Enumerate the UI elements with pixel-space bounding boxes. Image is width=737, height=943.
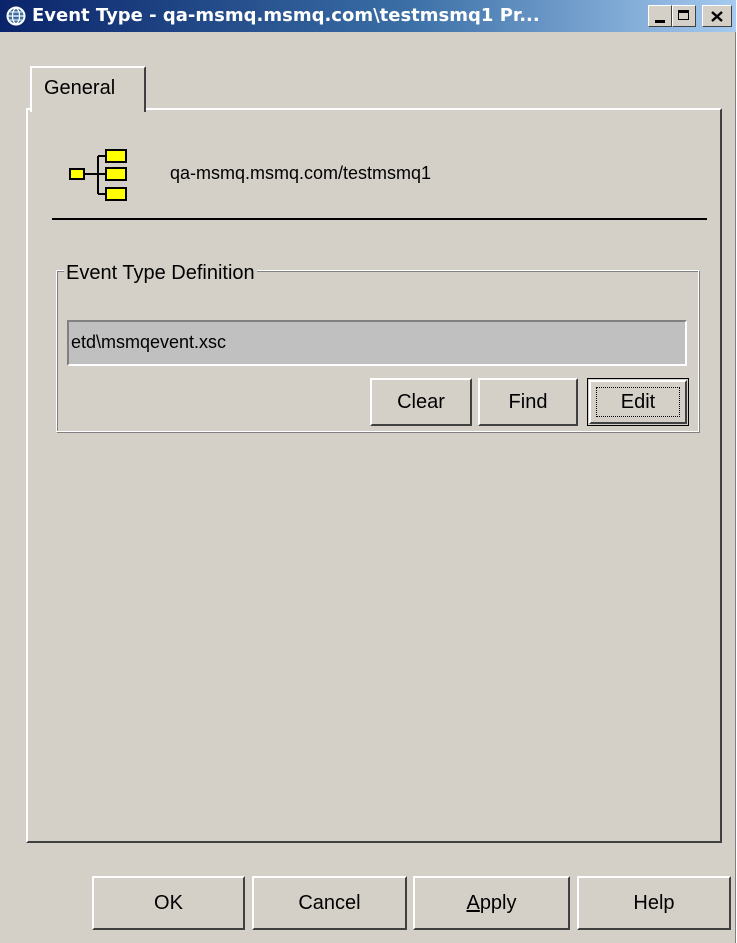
event-type-definition-field[interactable]: etd\msmqevent.xsc xyxy=(67,320,687,366)
find-button[interactable]: Find xyxy=(478,378,578,426)
close-icon xyxy=(711,11,723,22)
separator xyxy=(52,218,707,220)
minimize-button[interactable] xyxy=(648,5,672,27)
tree-hierarchy-icon xyxy=(68,146,132,209)
apply-mnemonic: A xyxy=(466,892,480,914)
clear-button[interactable]: Clear xyxy=(370,378,472,426)
title-bar[interactable]: Event Type - qa-msmq.msmq.com\testmsmq1 … xyxy=(0,0,736,32)
ok-button[interactable]: OK xyxy=(92,876,245,930)
apply-button[interactable]: Apply xyxy=(413,876,570,930)
tab-general-label: General xyxy=(44,77,116,99)
cancel-button[interactable]: Cancel xyxy=(252,876,407,930)
dialog-window: Event Type - qa-msmq.msmq.com\testmsmq1 … xyxy=(0,0,736,943)
help-button[interactable]: Help xyxy=(577,876,731,930)
globe-icon xyxy=(6,6,26,26)
edit-button-label: Edit xyxy=(596,387,680,417)
event-type-definition-label: Event Type Definition xyxy=(64,262,257,285)
queue-name: qa-msmq.msmq.com/testmsmq1 xyxy=(170,163,432,183)
maximize-button[interactable] xyxy=(672,5,696,27)
close-button[interactable] xyxy=(702,5,732,27)
window-title: Event Type - qa-msmq.msmq.com\testmsmq1 … xyxy=(32,5,540,26)
apply-label: pply xyxy=(479,892,517,914)
edit-button[interactable]: Edit xyxy=(587,378,689,426)
tab-general[interactable]: General xyxy=(30,66,146,112)
